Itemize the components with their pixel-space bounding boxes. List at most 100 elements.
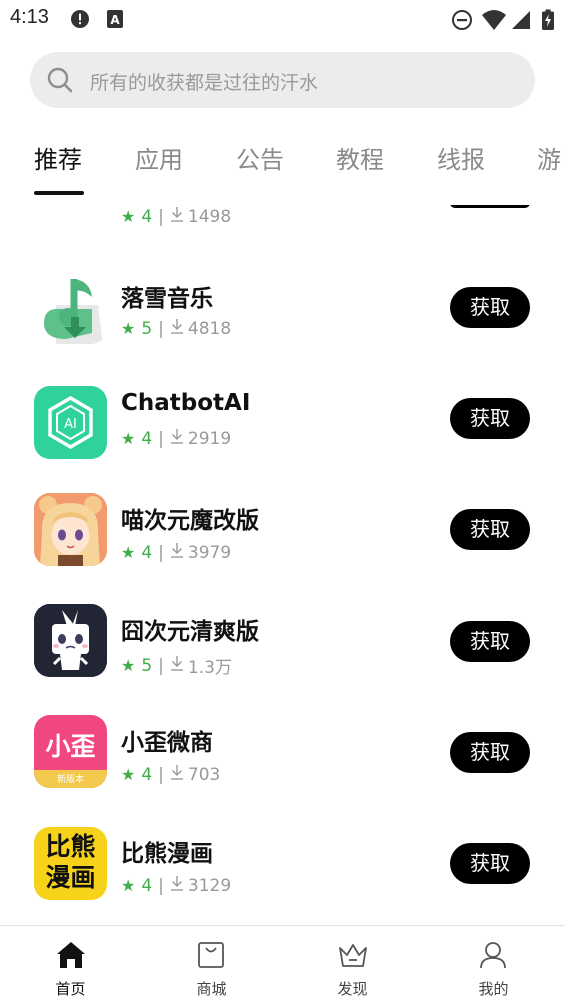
- app-name: 小歪微商: [121, 730, 213, 756]
- download-icon: [170, 875, 184, 896]
- app-downloads: 1498: [187, 206, 232, 227]
- nav-profile[interactable]: 我的: [423, 926, 564, 1004]
- app-meta: ★ 4 | 3979: [121, 542, 232, 563]
- get-button[interactable]: 获取: [450, 621, 530, 662]
- list-item[interactable]: ★ 4 | 1498: [0, 205, 565, 227]
- app-rating: 5: [141, 655, 153, 676]
- app-rating: 5: [141, 318, 153, 339]
- app-meta: ★ 4 | 2919: [121, 428, 232, 449]
- get-button[interactable]: [450, 205, 530, 208]
- home-icon: [55, 940, 87, 974]
- bottom-nav: 首页 商城 发现 我的: [0, 925, 565, 1004]
- bixiong-icon-text-2: 漫画: [45, 863, 96, 892]
- shop-bag-icon: [196, 940, 226, 974]
- white-bunny-icon: [34, 604, 107, 677]
- nav-label: 我的: [478, 980, 509, 998]
- crown-icon: [337, 940, 369, 974]
- list-item[interactable]: 囧次元清爽版 ★ 5 | 1.3万 获取: [0, 590, 565, 701]
- tab-deals[interactable]: 线报: [437, 140, 485, 175]
- app-downloads: 2919: [187, 428, 232, 449]
- download-icon: [170, 318, 184, 339]
- list-item[interactable]: 喵次元魔改版 ★ 4 | 3979 获取: [0, 479, 565, 590]
- category-tabs: 推荐 应用 公告 教程 线报 游: [0, 130, 565, 200]
- new-version-badge: 新版本: [56, 775, 84, 785]
- status-time: 4:13: [10, 6, 49, 28]
- app-downloads: 1.3万: [187, 658, 232, 678]
- star-icon: ★: [121, 876, 136, 895]
- get-button[interactable]: 获取: [450, 287, 530, 328]
- nav-discover[interactable]: 发现: [282, 926, 423, 1004]
- nav-home[interactable]: 首页: [0, 926, 141, 1004]
- app-list: ★ 4 | 1498 落雪音乐 ★ 5 | 4818 获取 AI Chatbot…: [0, 205, 565, 925]
- app-rating: 4: [141, 764, 153, 785]
- app-downloads: 4818: [187, 318, 232, 339]
- app-meta: ★ 4 | 1498: [121, 206, 232, 227]
- tab-games[interactable]: 游: [537, 140, 561, 175]
- download-icon: [170, 542, 184, 563]
- app-name: 比熊漫画: [121, 841, 213, 867]
- tab-recommended[interactable]: 推荐: [34, 140, 82, 175]
- chatbot-ai-icon: AI: [34, 386, 107, 459]
- do-not-disturb-icon: [451, 9, 473, 35]
- app-meta: ★ 5 | 4818: [121, 318, 232, 339]
- app-name: 囧次元清爽版: [121, 619, 259, 645]
- download-icon: [170, 764, 184, 785]
- xiaowai-icon-text: 小歪: [45, 732, 96, 761]
- app-downloads: 3979: [187, 542, 232, 563]
- star-icon: ★: [121, 656, 136, 675]
- get-button[interactable]: 获取: [450, 732, 530, 773]
- star-icon: ★: [121, 765, 136, 784]
- star-icon: ★: [121, 429, 136, 448]
- svg-text:AI: AI: [64, 417, 77, 432]
- download-icon: [170, 206, 184, 227]
- bixiong-icon-text-1: 比熊: [45, 832, 96, 861]
- text-a-icon: A: [106, 9, 124, 33]
- search-icon: [46, 66, 74, 98]
- download-icon: [170, 655, 184, 676]
- download-icon: [170, 428, 184, 449]
- status-bar: 4:13 A: [0, 0, 565, 38]
- nav-label: 发现: [337, 980, 368, 998]
- get-button[interactable]: 获取: [450, 398, 530, 439]
- app-meta: ★ 4 | 703: [121, 764, 221, 785]
- app-rating: 4: [141, 542, 153, 563]
- music-note-download-icon: [34, 271, 107, 344]
- search-input[interactable]: 所有的收获都是过往的汗水: [30, 52, 535, 108]
- person-icon: [478, 940, 508, 974]
- tab-apps[interactable]: 应用: [135, 140, 183, 175]
- app-meta: ★ 4 | 3129: [121, 875, 232, 896]
- nav-label: 首页: [55, 980, 86, 998]
- list-item[interactable]: AI ChatbotAI ★ 4 | 2919 获取: [0, 368, 565, 479]
- list-item[interactable]: 小歪 新版本 小歪微商 ★ 4 | 703 获取: [0, 701, 565, 812]
- anime-girl-icon: [34, 493, 107, 566]
- bixiong-comic-icon: 比熊 漫画: [34, 827, 107, 900]
- battery-charging-icon: [541, 9, 555, 35]
- app-downloads: 3129: [187, 875, 232, 896]
- app-rating: 4: [141, 206, 153, 227]
- tab-announcements[interactable]: 公告: [236, 140, 284, 175]
- list-item[interactable]: 比熊 漫画 比熊漫画 ★ 4 | 3129 获取: [0, 812, 565, 923]
- star-icon: ★: [121, 319, 136, 338]
- app-name: ChatbotAI: [121, 390, 251, 416]
- alert-icon: [70, 9, 90, 33]
- nav-shop[interactable]: 商城: [141, 926, 282, 1004]
- app-downloads: 703: [187, 764, 221, 785]
- tab-indicator: [34, 191, 84, 195]
- app-rating: 4: [141, 428, 153, 449]
- svg-text:A: A: [110, 13, 120, 27]
- app-name: 喵次元魔改版: [121, 508, 259, 534]
- wifi-icon: [481, 9, 507, 35]
- app-meta: ★ 5 | 1.3万: [121, 653, 232, 679]
- star-icon: ★: [121, 543, 136, 562]
- app-rating: 4: [141, 875, 153, 896]
- nav-label: 商城: [196, 980, 227, 998]
- search-placeholder: 所有的收获都是过往的汗水: [90, 72, 319, 94]
- list-item[interactable]: 落雪音乐 ★ 5 | 4818 获取: [0, 257, 565, 368]
- get-button[interactable]: 获取: [450, 843, 530, 884]
- tab-tutorials[interactable]: 教程: [336, 140, 384, 175]
- xiaowai-icon: 小歪 新版本: [34, 715, 107, 788]
- star-icon: ★: [121, 207, 136, 226]
- app-name: 落雪音乐: [121, 286, 213, 312]
- signal-icon: [511, 9, 531, 35]
- get-button[interactable]: 获取: [450, 509, 530, 550]
